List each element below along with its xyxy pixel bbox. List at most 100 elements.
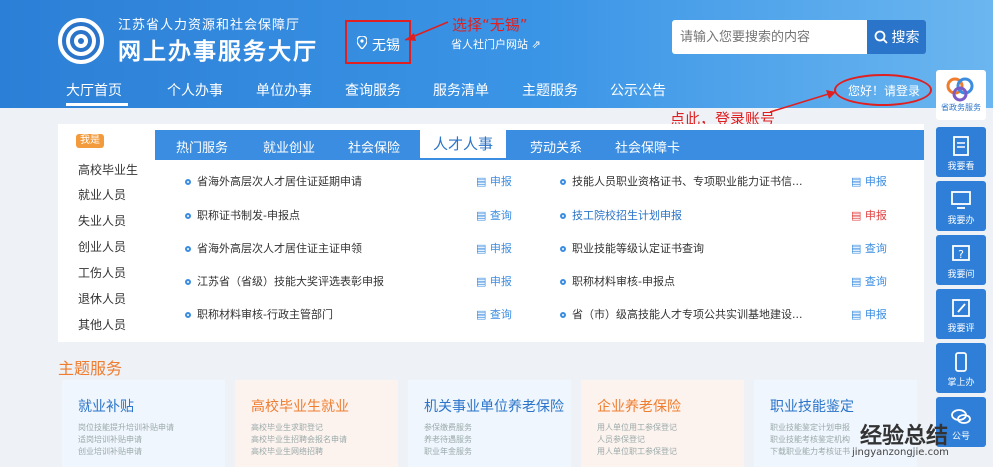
service-action-label: 申报 bbox=[864, 308, 887, 321]
service-item[interactable]: 职业技能等级认定证书查询 bbox=[560, 240, 704, 256]
rail-mobile[interactable]: 掌上办 bbox=[936, 343, 986, 393]
service-item[interactable]: 江苏省（省级）技能大奖评选表彰申报 bbox=[185, 273, 384, 289]
edit-icon bbox=[952, 299, 970, 317]
card-line: 下载职业能力考核证书 bbox=[770, 447, 850, 456]
service-item[interactable]: 职称材料审核-申报点 bbox=[560, 273, 675, 289]
external-link-icon: ⇗ bbox=[531, 38, 541, 51]
theme-card[interactable]: 机关事业单位养老保险 参保缴费服务 养老待遇服务 职业年金服务 bbox=[408, 380, 571, 467]
tab-talent[interactable]: 人才人事 bbox=[420, 130, 506, 158]
watermark-url: jingyanzongjie.com bbox=[852, 447, 949, 458]
svg-text:?: ? bbox=[958, 248, 964, 261]
service-item[interactable]: 省（市）级高技能人才专项公共实训基地建设... bbox=[560, 306, 803, 322]
monitor-icon bbox=[951, 191, 971, 209]
nav-notice[interactable]: 公示公告 bbox=[610, 80, 666, 100]
identity-badge: 我是 bbox=[76, 134, 104, 148]
service-action-label: 申报 bbox=[864, 175, 887, 188]
service-name: 技能人员职业资格证书、专项职业能力证书信... bbox=[572, 175, 803, 188]
service-item[interactable]: 技能人员职业资格证书、专项职业能力证书信... bbox=[560, 173, 803, 189]
card-title: 机关事业单位养老保险 bbox=[424, 399, 564, 415]
card-line: 参保缴费服务 bbox=[424, 423, 472, 432]
service-action[interactable]: ▤ 查询 bbox=[476, 306, 512, 322]
service-action[interactable]: ▤ 申报 bbox=[851, 173, 887, 189]
tab-popular[interactable]: 热门服务 bbox=[176, 137, 228, 156]
nav-active-underline bbox=[66, 103, 128, 106]
nav-unit[interactable]: 单位办事 bbox=[256, 80, 312, 100]
portal-link[interactable]: 省人社门户网站 ⇗ bbox=[451, 36, 541, 52]
gov-service-button[interactable]: 省政务服务 bbox=[936, 70, 986, 120]
identity-item[interactable]: 其他人员 bbox=[78, 316, 126, 333]
nav-query[interactable]: 查询服务 bbox=[345, 80, 401, 100]
service-tabs: 热门服务 就业创业 社会保险 劳动关系 社会保障卡 bbox=[155, 130, 924, 160]
theme-card[interactable]: 企业养老保险 用人单位用工参保登记 人员参保登记 用人单位职工参保登记 bbox=[581, 380, 744, 467]
service-name: 职称证书制发-申报点 bbox=[197, 209, 300, 222]
city-selector[interactable]: 无锡 bbox=[372, 35, 400, 55]
service-action[interactable]: ▤ 申报 bbox=[851, 207, 887, 223]
service-item[interactable]: 技工院校招生计划申报 bbox=[560, 207, 682, 223]
identity-item[interactable]: 工伤人员 bbox=[78, 264, 126, 281]
service-action-label: 查询 bbox=[864, 275, 887, 288]
service-action[interactable]: ▤ 查询 bbox=[476, 207, 512, 223]
service-item[interactable]: 省海外高层次人才居住证主证申领 bbox=[185, 240, 362, 256]
rail-view[interactable]: 我要看 bbox=[936, 127, 986, 177]
rail-label: 我要看 bbox=[947, 162, 975, 172]
service-action[interactable]: ▤ 申报 bbox=[476, 173, 512, 189]
tab-labor-relations[interactable]: 劳动关系 bbox=[530, 137, 582, 156]
card-line: 养老待遇服务 bbox=[424, 435, 472, 444]
nav-theme[interactable]: 主题服务 bbox=[522, 80, 578, 100]
site-title[interactable]: 网上办事服务大厅 bbox=[118, 32, 318, 66]
rail-do[interactable]: 我要办 bbox=[936, 181, 986, 231]
identity-item[interactable]: 退休人员 bbox=[78, 290, 126, 307]
service-action[interactable]: ▤ 查询 bbox=[851, 240, 887, 256]
search-input[interactable] bbox=[672, 20, 867, 54]
service-item[interactable]: 职称证书制发-申报点 bbox=[185, 207, 300, 223]
theme-card[interactable]: 高校毕业生就业 高校毕业生求职登记 高校毕业生招聘会报名申请 高校毕业生网络招聘 bbox=[235, 380, 398, 467]
tab-social-card[interactable]: 社会保障卡 bbox=[615, 137, 680, 156]
wechat-icon bbox=[951, 409, 971, 424]
document-icon bbox=[953, 136, 969, 156]
card-line: 适岗培训补贴申请 bbox=[78, 435, 142, 444]
annotation-select-city: 选择“无锡” bbox=[452, 16, 528, 34]
service-item[interactable]: 职称材料审核-行政主管部门 bbox=[185, 306, 333, 322]
card-title: 高校毕业生就业 bbox=[251, 399, 349, 415]
nav-personal[interactable]: 个人办事 bbox=[167, 80, 223, 100]
service-action-label: 申报 bbox=[489, 175, 512, 188]
site-subtitle: 江苏省人力资源和社会保障厅 bbox=[118, 18, 301, 33]
card-line: 用人单位用工参保登记 bbox=[597, 423, 677, 432]
tab-social-insurance[interactable]: 社会保险 bbox=[348, 137, 400, 156]
identity-item[interactable]: 失业人员 bbox=[78, 212, 126, 229]
bullet-icon bbox=[185, 312, 191, 318]
service-name: 省海外高层次人才居住证主证申领 bbox=[197, 242, 362, 255]
rail-label: 我要问 bbox=[947, 270, 975, 280]
service-name: 职称材料审核-申报点 bbox=[572, 275, 675, 288]
rail-review[interactable]: 我要评 bbox=[936, 289, 986, 339]
service-action-label: 查询 bbox=[489, 209, 512, 222]
rail-label: 我要办 bbox=[947, 216, 975, 226]
search-button[interactable]: 搜索 bbox=[867, 20, 926, 54]
theme-card[interactable]: 就业补贴 岗位技能提升培训补贴申请 适岗培训补贴申请 创业培训补贴申请 bbox=[62, 380, 225, 467]
nav-service-list[interactable]: 服务清单 bbox=[433, 80, 489, 100]
header: 江苏省人力资源和社会保障厅 网上办事服务大厅 无锡 选择“无锡” 省人社门户网站… bbox=[0, 0, 993, 108]
service-action[interactable]: ▤ 申报 bbox=[851, 306, 887, 322]
service-item[interactable]: 省海外高层次人才居住证延期申请 bbox=[185, 173, 362, 189]
service-action-label: 查询 bbox=[489, 308, 512, 321]
service-action[interactable]: ▤ 申报 bbox=[476, 240, 512, 256]
bullet-icon bbox=[560, 312, 566, 318]
service-name: 职业技能等级认定证书查询 bbox=[572, 242, 704, 255]
service-action[interactable]: ▤ 查询 bbox=[851, 273, 887, 289]
service-action[interactable]: ▤ 申报 bbox=[476, 273, 512, 289]
nav-home[interactable]: 大厅首页 bbox=[66, 80, 122, 100]
identity-item[interactable]: 高校毕业生 bbox=[78, 161, 138, 178]
login-highlight-ellipse bbox=[834, 74, 932, 106]
rail-ask[interactable]: ? 我要问 bbox=[936, 235, 986, 285]
service-action-label: 申报 bbox=[489, 275, 512, 288]
bullet-icon bbox=[560, 279, 566, 285]
card-title: 企业养老保险 bbox=[597, 399, 681, 415]
gov-logo-icon bbox=[946, 77, 974, 102]
bullet-icon bbox=[560, 179, 566, 185]
card-title: 职业技能鉴定 bbox=[770, 399, 854, 415]
card-line: 高校毕业生网络招聘 bbox=[251, 447, 323, 456]
identity-item[interactable]: 就业人员 bbox=[78, 186, 126, 203]
identity-item[interactable]: 创业人员 bbox=[78, 238, 126, 255]
rail-label: 掌上办 bbox=[947, 378, 975, 388]
tab-employment[interactable]: 就业创业 bbox=[263, 137, 315, 156]
